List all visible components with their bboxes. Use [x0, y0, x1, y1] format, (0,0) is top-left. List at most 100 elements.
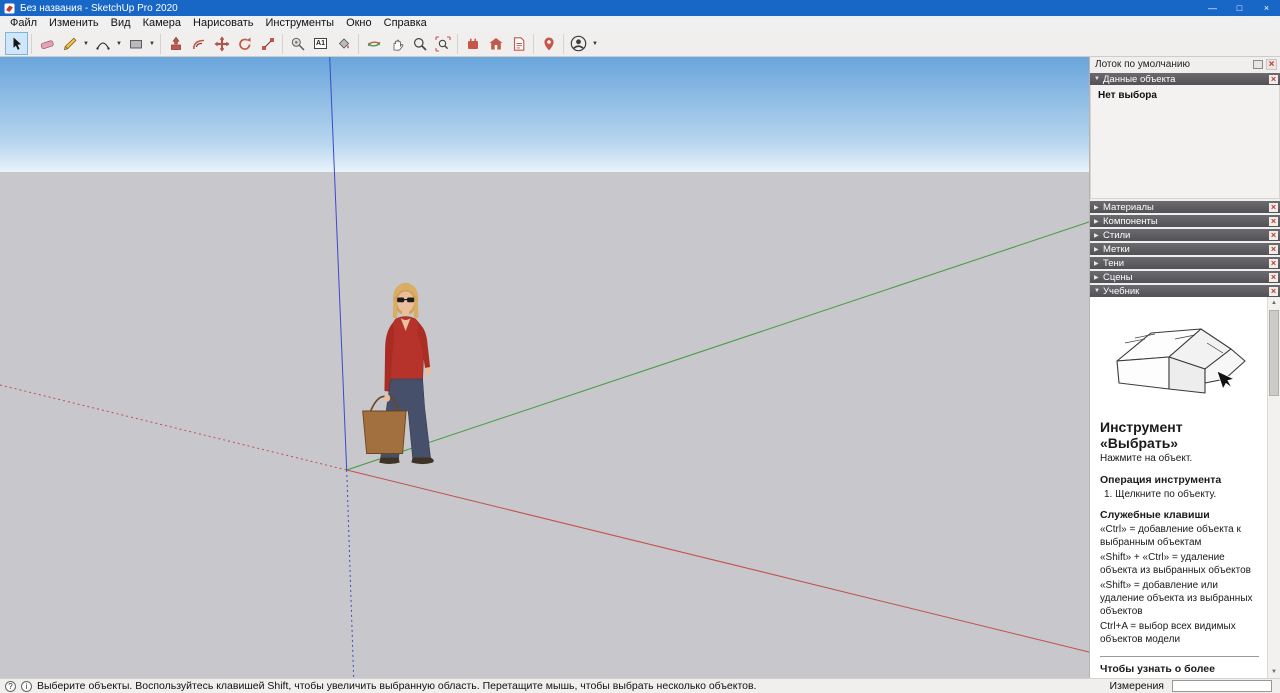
menu-help[interactable]: Справка: [378, 16, 433, 31]
section-label: Компоненты: [1103, 216, 1269, 227]
scroll-up-icon[interactable]: ▲: [1268, 297, 1280, 309]
arcs-tool-button[interactable]: [91, 32, 114, 55]
zoom-extents-tool-button[interactable]: [431, 32, 454, 55]
ground-plane: [0, 172, 1089, 678]
close-section-icon[interactable]: ×: [1269, 217, 1278, 226]
modifier-key-item: «Shift» + «Ctrl» = удаление объекта из в…: [1100, 551, 1259, 577]
section-shadows[interactable]: ▶ Тени ×: [1090, 257, 1280, 269]
tape-measure-tool-button[interactable]: [286, 32, 309, 55]
window-controls: — □ ×: [1199, 0, 1280, 16]
modifier-key-item: «Ctrl» = добавление объекта к выбранным …: [1100, 523, 1259, 549]
scroll-down-icon[interactable]: ▼: [1268, 666, 1280, 678]
pan-tool-button[interactable]: [385, 32, 408, 55]
instructor-subtitle: Нажмите на объект.: [1100, 453, 1259, 464]
section-components[interactable]: ▶ Компоненты ×: [1090, 215, 1280, 227]
offset-tool-button[interactable]: [187, 32, 210, 55]
default-tray: Лоток по умолчанию × ▼ Данные объекта × …: [1089, 57, 1280, 678]
window-title: Без названия - SketchUp Pro 2020: [20, 3, 1199, 14]
close-section-icon[interactable]: ×: [1269, 259, 1278, 268]
sign-in-flyout-caret[interactable]: ▼: [590, 32, 600, 55]
close-section-icon[interactable]: ×: [1269, 287, 1278, 296]
paint-bucket-tool-button[interactable]: [332, 32, 355, 55]
menu-view[interactable]: Вид: [105, 16, 137, 31]
toolbar-separator: [358, 34, 359, 54]
sky: [0, 57, 1089, 172]
arcs-flyout-caret[interactable]: ▼: [114, 32, 124, 55]
maximize-button[interactable]: □: [1226, 0, 1253, 16]
menu-window[interactable]: Окно: [340, 16, 378, 31]
toolbar-separator: [160, 34, 161, 54]
toolbar-separator: [457, 34, 458, 54]
section-tags[interactable]: ▶ Метки ×: [1090, 243, 1280, 255]
minimize-button[interactable]: —: [1199, 0, 1226, 16]
toolbar-separator: [282, 34, 283, 54]
shapes-flyout-caret[interactable]: ▼: [147, 32, 157, 55]
menu-file[interactable]: Файл: [4, 16, 43, 31]
learn-more-link[interactable]: Чтобы узнать о более: [1100, 656, 1259, 675]
zoom-tool-button[interactable]: [408, 32, 431, 55]
send-to-layout-button[interactable]: [507, 32, 530, 55]
measurements-input[interactable]: [1172, 680, 1272, 692]
pan-hand-icon: [389, 36, 405, 52]
scrollbar-thumb[interactable]: [1269, 310, 1279, 396]
section-scenes[interactable]: ▶ Сцены ×: [1090, 271, 1280, 283]
select-tool-button[interactable]: [5, 32, 28, 55]
no-selection-text: Нет выбора: [1098, 90, 1272, 101]
menu-edit[interactable]: Изменить: [43, 16, 105, 31]
close-section-icon[interactable]: ×: [1269, 231, 1278, 240]
close-section-icon[interactable]: ×: [1269, 245, 1278, 254]
add-location-button[interactable]: [537, 32, 560, 55]
paint-bucket-icon: [336, 36, 352, 52]
pin-tray-icon[interactable]: [1253, 60, 1263, 69]
geolocation-help-icon[interactable]: ?: [5, 681, 16, 692]
close-tray-icon[interactable]: ×: [1266, 59, 1277, 70]
modifier-key-item: Ctrl+A = выбор всех видимых объектов мод…: [1100, 620, 1259, 646]
shapes-tool-button[interactable]: [124, 32, 147, 55]
instructor-house-illustration: [1105, 311, 1255, 409]
tape-measure-icon: [290, 36, 306, 52]
text-tool-button[interactable]: A1: [309, 32, 332, 55]
line-flyout-caret[interactable]: ▼: [81, 32, 91, 55]
close-section-icon[interactable]: ×: [1269, 203, 1278, 212]
move-tool-button[interactable]: [210, 32, 233, 55]
instructor-scrollbar[interactable]: ▲ ▼: [1267, 297, 1280, 678]
zoom-extents-icon: [435, 36, 451, 52]
rotate-tool-button[interactable]: [233, 32, 256, 55]
modifier-keys-heading: Служебные клавиши: [1100, 509, 1259, 521]
pencil-icon: [62, 36, 78, 52]
scale-tool-button[interactable]: [256, 32, 279, 55]
menu-camera[interactable]: Камера: [137, 16, 187, 31]
eraser-tool-button[interactable]: [35, 32, 58, 55]
close-section-icon[interactable]: ×: [1269, 273, 1278, 282]
collapse-icon: ▼: [1094, 288, 1103, 294]
expand-icon: ▶: [1094, 218, 1103, 225]
menu-tools[interactable]: Инструменты: [259, 16, 340, 31]
section-label: Учебник: [1103, 286, 1269, 297]
entity-info-panel: Нет выбора: [1090, 85, 1280, 199]
expand-icon: ▶: [1094, 232, 1103, 239]
menu-draw[interactable]: Нарисовать: [187, 16, 259, 31]
3d-warehouse-icon: [488, 36, 504, 52]
section-styles[interactable]: ▶ Стили ×: [1090, 229, 1280, 241]
3d-warehouse-button[interactable]: [484, 32, 507, 55]
modeling-viewport[interactable]: [0, 57, 1089, 678]
close-section-icon[interactable]: ×: [1269, 75, 1278, 84]
select-icon: [9, 36, 25, 52]
section-label: Сцены: [1103, 272, 1269, 283]
sketchup-window: Без названия - SketchUp Pro 2020 — □ × Ф…: [0, 0, 1280, 693]
measurements-label: Измерения: [1110, 680, 1164, 692]
section-label: Тени: [1103, 258, 1269, 269]
user-avatar-icon: [570, 35, 587, 52]
section-materials[interactable]: ▶ Материалы ×: [1090, 201, 1280, 213]
info-icon[interactable]: i: [21, 681, 32, 692]
extension-warehouse-button[interactable]: [461, 32, 484, 55]
orbit-tool-button[interactable]: [362, 32, 385, 55]
line-tool-button[interactable]: [58, 32, 81, 55]
sign-in-button[interactable]: [567, 32, 590, 55]
close-button[interactable]: ×: [1253, 0, 1280, 16]
tray-header: Лоток по умолчанию ×: [1090, 57, 1280, 71]
push-pull-tool-button[interactable]: [164, 32, 187, 55]
section-instructor[interactable]: ▼ Учебник ×: [1090, 285, 1280, 297]
section-entity-info[interactable]: ▼ Данные объекта ×: [1090, 73, 1280, 85]
sketchup-logo-icon: [4, 3, 15, 14]
